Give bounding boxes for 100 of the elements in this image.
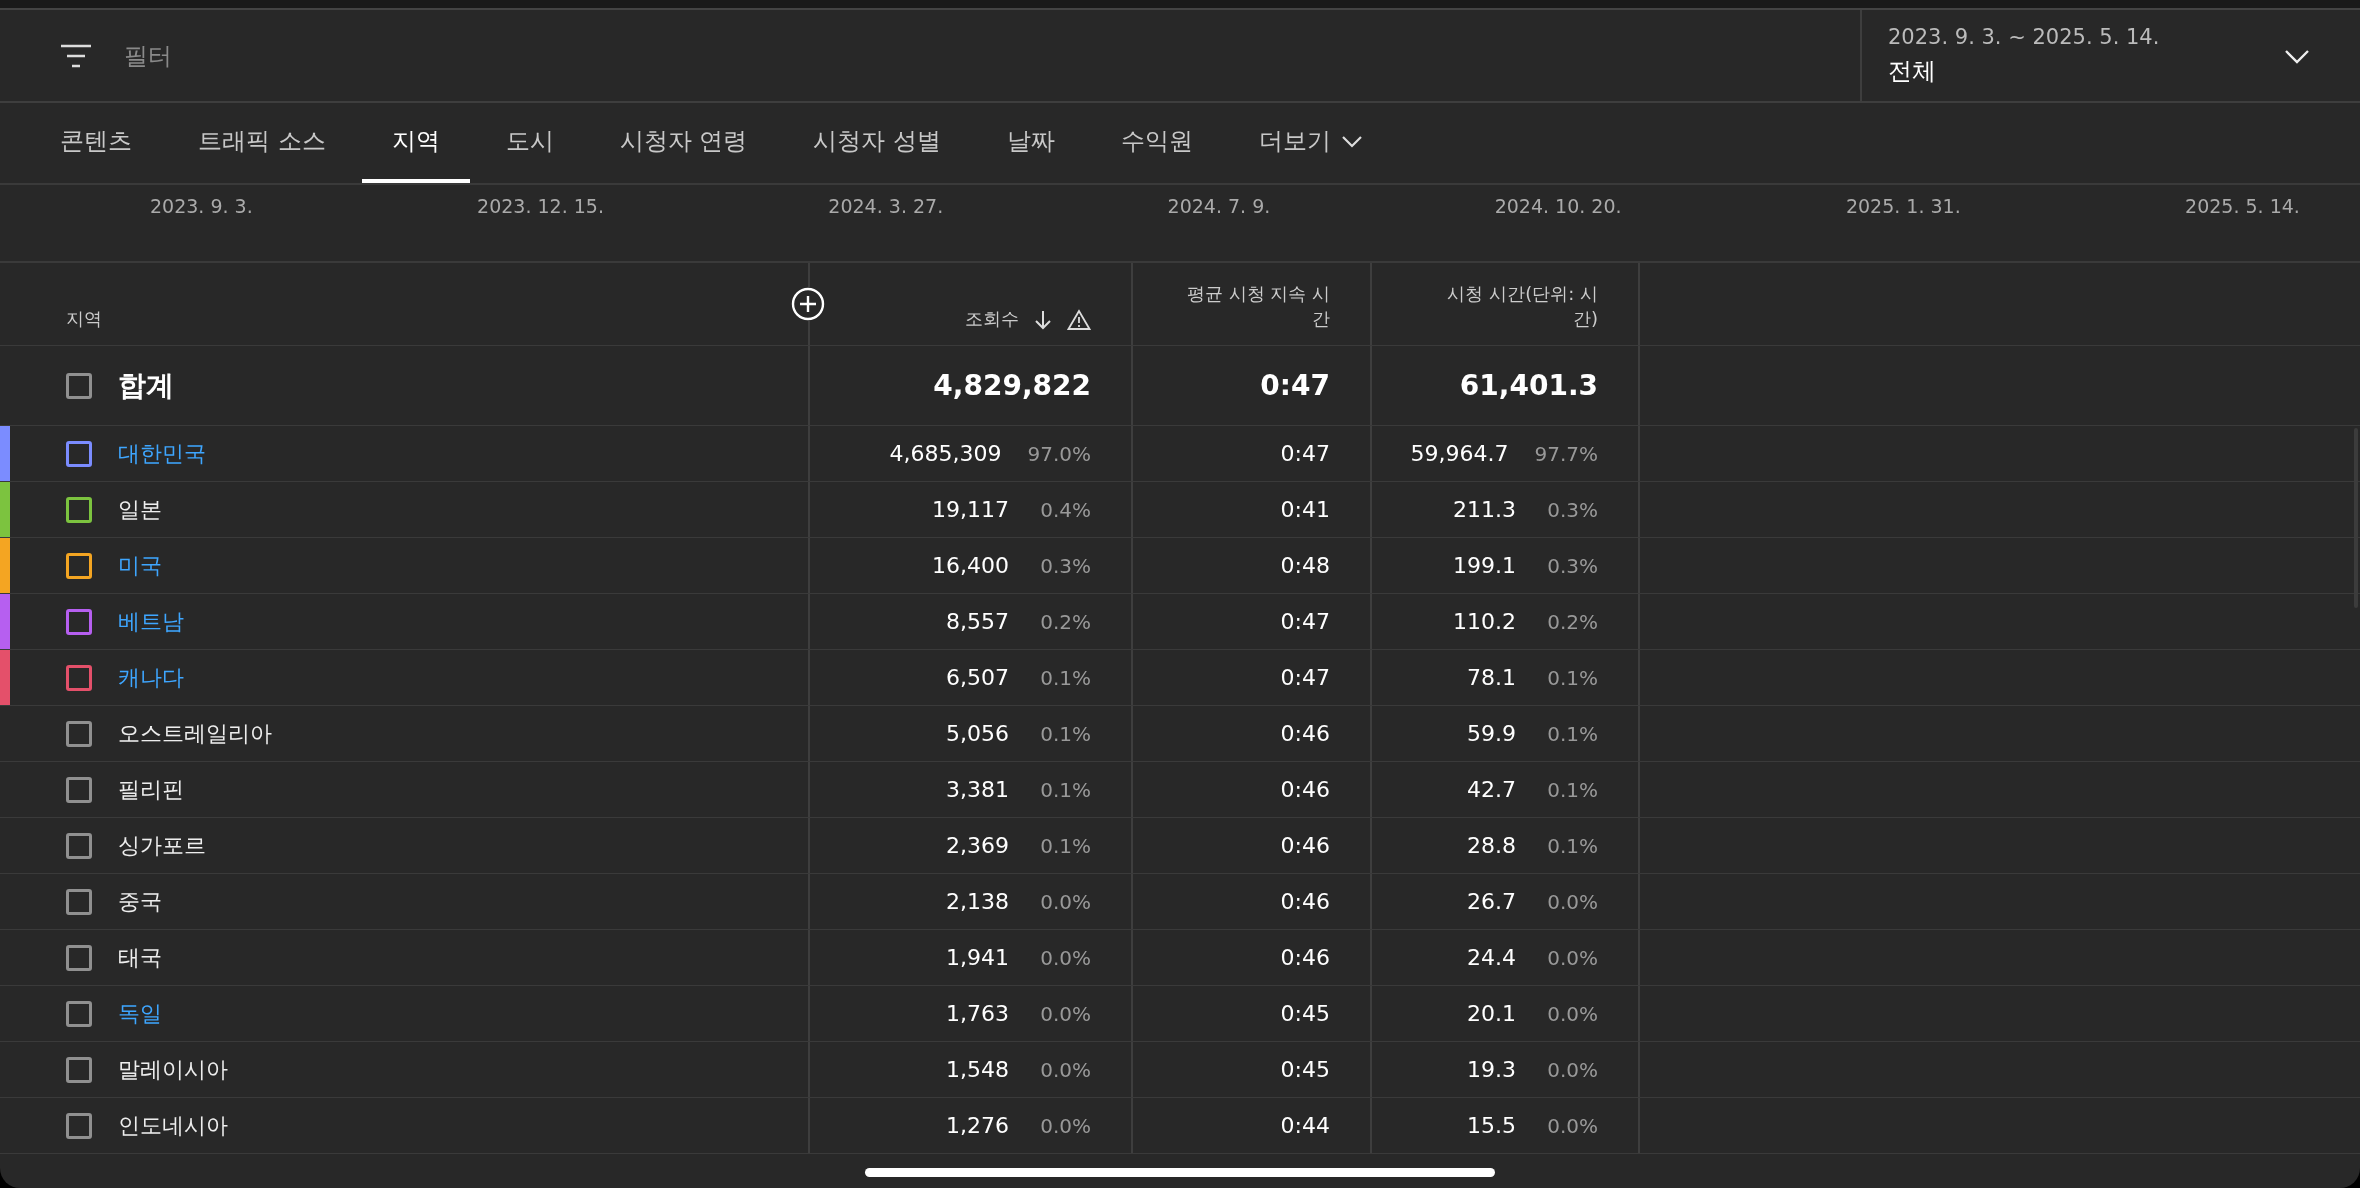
table-cell: 61,401.3 xyxy=(1459,369,1598,402)
checkbox[interactable] xyxy=(66,440,92,467)
percent-cell-text: 0.1% xyxy=(1039,833,1091,858)
checkbox[interactable] xyxy=(66,1112,92,1139)
region-link[interactable]: 독일 xyxy=(118,998,162,1029)
table-cell: 6,507 xyxy=(946,665,1009,690)
sort-down-icon[interactable] xyxy=(1033,309,1053,331)
percent-cell-text: 0.3% xyxy=(1546,553,1598,578)
checkbox[interactable] xyxy=(66,832,92,859)
table-cell: 3,381 xyxy=(946,777,1009,802)
timeline-date: 2024. 10. 20. xyxy=(1494,195,1622,217)
percent-cell-text: 0.0% xyxy=(1546,889,1598,914)
table-cell: 211.3 xyxy=(1453,497,1516,522)
checkbox[interactable] xyxy=(66,944,92,971)
table-cell: 42.7 xyxy=(1467,777,1516,802)
tab[interactable]: 날짜 xyxy=(976,103,1085,183)
tab[interactable]: 시청자 성별 xyxy=(783,103,971,183)
table-cell: 0:47 xyxy=(1260,369,1330,402)
date-range-dropdown[interactable]: 2023. 9. 3. ~ 2025. 5. 14. 전체 xyxy=(1860,10,2360,101)
region-name: 싱가포르 xyxy=(118,831,206,860)
table-cell: 199.1 xyxy=(1453,553,1516,578)
add-column-icon[interactable] xyxy=(791,287,825,321)
region-name: 중국 xyxy=(118,887,162,916)
percent-cell-text: 0.1% xyxy=(1039,665,1091,690)
table-cell: 0:46 xyxy=(1280,945,1330,970)
checkbox[interactable] xyxy=(66,608,92,635)
region-link[interactable]: 미국 xyxy=(118,550,162,581)
table-cell: 0:44 xyxy=(1280,1113,1330,1138)
table-cell: 0:45 xyxy=(1280,1057,1330,1082)
table-cell: 20.1 xyxy=(1467,1001,1516,1026)
table-cell: 8,557 xyxy=(946,609,1009,634)
table-cell: 2,138 xyxy=(946,889,1009,914)
table-cell: 1,941 xyxy=(946,945,1009,970)
table-cell: 1,548 xyxy=(946,1057,1009,1082)
checkbox[interactable] xyxy=(66,496,92,523)
region-link[interactable]: 베트남 xyxy=(118,606,184,637)
checkbox[interactable] xyxy=(66,1000,92,1027)
table-cell: 110.2 xyxy=(1453,609,1516,634)
table-cell: 19,117 xyxy=(932,497,1009,522)
table-cell: 0:46 xyxy=(1280,833,1330,858)
tab[interactable]: 도시 xyxy=(475,103,584,183)
percent-cell-text: 0.2% xyxy=(1546,609,1598,634)
table-cell: 0:47 xyxy=(1280,665,1330,690)
checkbox[interactable] xyxy=(66,664,92,691)
checkbox[interactable] xyxy=(66,1056,92,1083)
table-cell: 19.3 xyxy=(1467,1057,1516,1082)
column-header[interactable]: 조회수 xyxy=(965,307,1019,331)
column-header: 평균 시청 지속 시간 xyxy=(1185,282,1330,331)
timeline-date: 2024. 3. 27. xyxy=(828,195,944,217)
table-cell: 0:46 xyxy=(1280,889,1330,914)
table-cell: 2,369 xyxy=(946,833,1009,858)
percent-cell-text: 0.1% xyxy=(1546,833,1598,858)
percent-cell-text: 0.0% xyxy=(1546,945,1598,970)
tab[interactable]: 트래픽 소스 xyxy=(168,103,356,183)
tab[interactable]: 콘텐츠 xyxy=(26,103,162,183)
table-cell: 1,276 xyxy=(946,1113,1009,1138)
percent-cell-text: 0.0% xyxy=(1039,889,1091,914)
percent-cell-text: 0.0% xyxy=(1039,1113,1091,1138)
region-name: 일본 xyxy=(118,495,162,524)
tab[interactable]: 지역 xyxy=(361,103,470,183)
percent-cell: 97.0% xyxy=(1027,441,1091,466)
table-cell: 4,685,309 xyxy=(889,441,1002,466)
more-tab[interactable]: 더보기 xyxy=(1228,103,1393,183)
timeline-date: 2025. 5. 14. xyxy=(2185,195,2300,217)
filter-field[interactable]: 필터 xyxy=(122,40,426,71)
table-cell: 5,056 xyxy=(946,721,1009,746)
table-cell: 59.9 xyxy=(1467,721,1516,746)
chevron-down-icon xyxy=(2284,47,2310,64)
table-cell: 28.8 xyxy=(1467,833,1516,858)
percent-cell-text: 0.0% xyxy=(1039,945,1091,970)
checkbox[interactable] xyxy=(66,888,92,915)
percent-cell: 97.7% xyxy=(1534,441,1598,466)
table-cell: 59,964.7 xyxy=(1410,441,1509,466)
region-name: 태국 xyxy=(118,943,162,972)
region-name: 인도네시아 xyxy=(118,1111,228,1140)
percent-cell-text: 0.2% xyxy=(1039,609,1091,634)
percent-cell-text: 0.1% xyxy=(1546,665,1598,690)
table-cell: 0:41 xyxy=(1280,497,1330,522)
table-cell: 0:46 xyxy=(1280,777,1330,802)
table-cell: 24.4 xyxy=(1467,945,1516,970)
checkbox[interactable] xyxy=(66,720,92,747)
checkbox[interactable] xyxy=(66,372,92,399)
region-name: 오스트레일리아 xyxy=(118,719,272,748)
checkbox[interactable] xyxy=(66,776,92,803)
tab[interactable]: 시청자 연령 xyxy=(589,103,778,183)
table-cell: 26.7 xyxy=(1467,889,1516,914)
region-name: 필리핀 xyxy=(118,775,184,804)
tab[interactable]: 수익원 xyxy=(1090,103,1223,183)
region-link[interactable]: 캐나다 xyxy=(118,662,184,693)
table-cell: 16,400 xyxy=(932,553,1009,578)
percent-cell-text: 0.0% xyxy=(1546,1113,1598,1138)
table-cell: 0:48 xyxy=(1280,553,1330,578)
percent-cell-text: 0.0% xyxy=(1039,1057,1091,1082)
filter-icon[interactable] xyxy=(60,42,92,69)
region-link[interactable]: 대한민국 xyxy=(118,438,206,469)
warning-icon xyxy=(1067,309,1091,331)
chevron-down-icon xyxy=(1340,134,1363,148)
checkbox[interactable] xyxy=(66,552,92,579)
timeline-date: 2023. 9. 3. xyxy=(150,195,253,217)
table-cell: 15.5 xyxy=(1467,1113,1516,1138)
